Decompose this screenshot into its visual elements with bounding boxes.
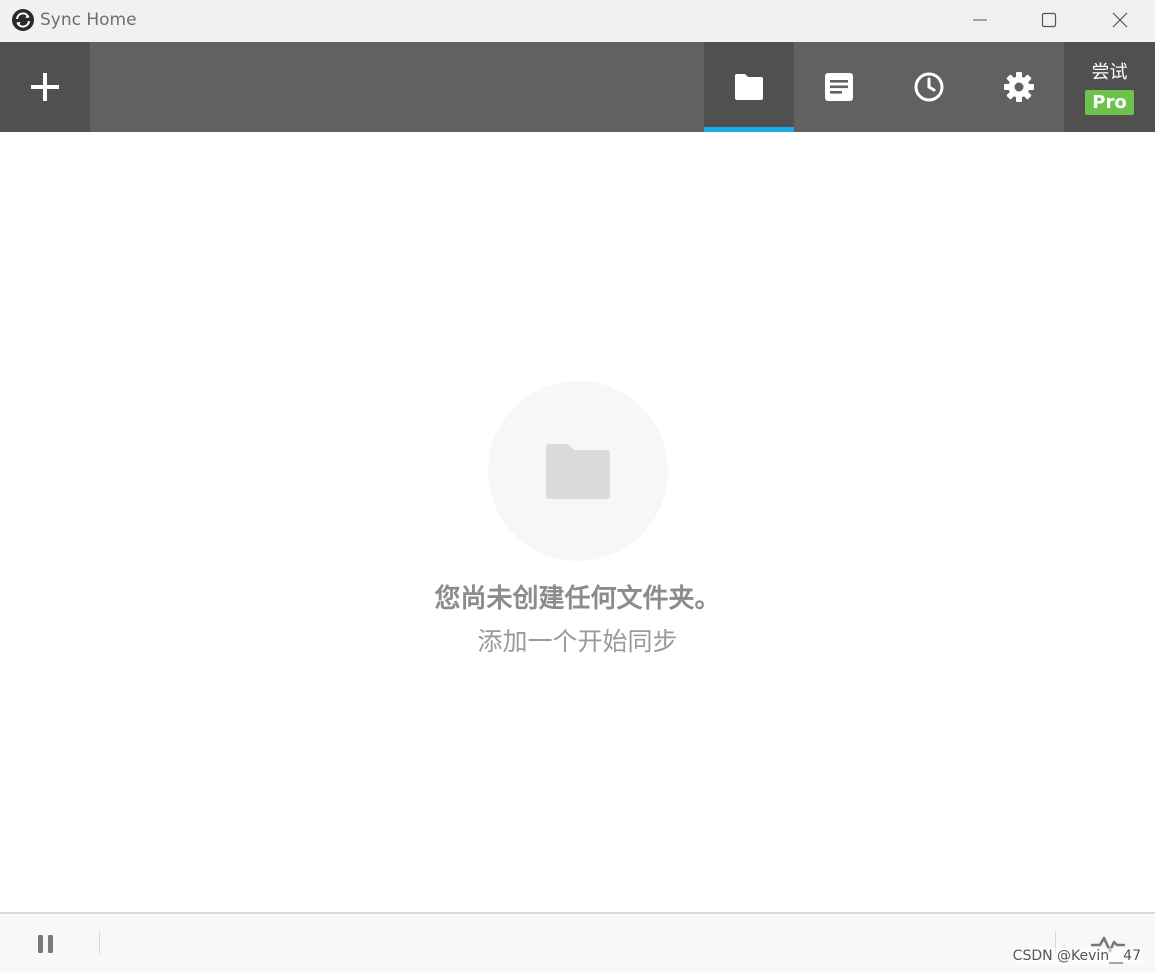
- document-icon: [825, 73, 853, 101]
- clock-icon: [914, 72, 944, 102]
- empty-state-title: 您尚未创建任何文件夹。: [434, 584, 721, 614]
- sync-logo-icon: [11, 8, 35, 32]
- pro-badge: Pro: [1085, 90, 1134, 115]
- gear-icon: [1004, 72, 1034, 102]
- plus-icon: [31, 73, 59, 101]
- empty-state-illustration: [488, 381, 668, 561]
- maximize-icon: [1041, 12, 1057, 28]
- pause-icon: [38, 935, 53, 953]
- pause-sync-button[interactable]: [30, 930, 62, 958]
- main-toolbar: 尝试 Pro: [0, 42, 1155, 132]
- maximize-button[interactable]: [1013, 0, 1085, 40]
- tab-history[interactable]: [884, 42, 974, 132]
- tab-notes[interactable]: [794, 42, 884, 132]
- try-pro-button[interactable]: 尝试 Pro: [1064, 42, 1155, 132]
- folder-icon: [735, 74, 763, 100]
- window-title: Sync Home: [40, 10, 137, 30]
- active-tab-indicator: [704, 127, 794, 132]
- close-icon: [1112, 12, 1128, 28]
- title-bar[interactable]: Sync Home: [0, 0, 1155, 42]
- try-pro-label: 尝试: [1091, 62, 1128, 83]
- minimize-icon: [973, 19, 987, 21]
- folder-icon: [546, 444, 610, 499]
- tab-settings[interactable]: [974, 42, 1064, 132]
- empty-state-subtitle: 添加一个开始同步: [477, 627, 678, 656]
- close-button[interactable]: [1084, 0, 1155, 40]
- status-bar: CSDN @Kevin__47: [0, 912, 1155, 972]
- tab-folders[interactable]: [704, 42, 794, 132]
- app-window: Sync Home 尝试 Pro 您尚未创建任何文件夹。 添加一个开始同步 CS…: [0, 0, 1155, 972]
- status-divider: [99, 932, 100, 954]
- minimize-button[interactable]: [944, 0, 1016, 40]
- add-folder-button[interactable]: [0, 42, 90, 132]
- watermark-text: CSDN @Kevin__47: [1012, 948, 1141, 964]
